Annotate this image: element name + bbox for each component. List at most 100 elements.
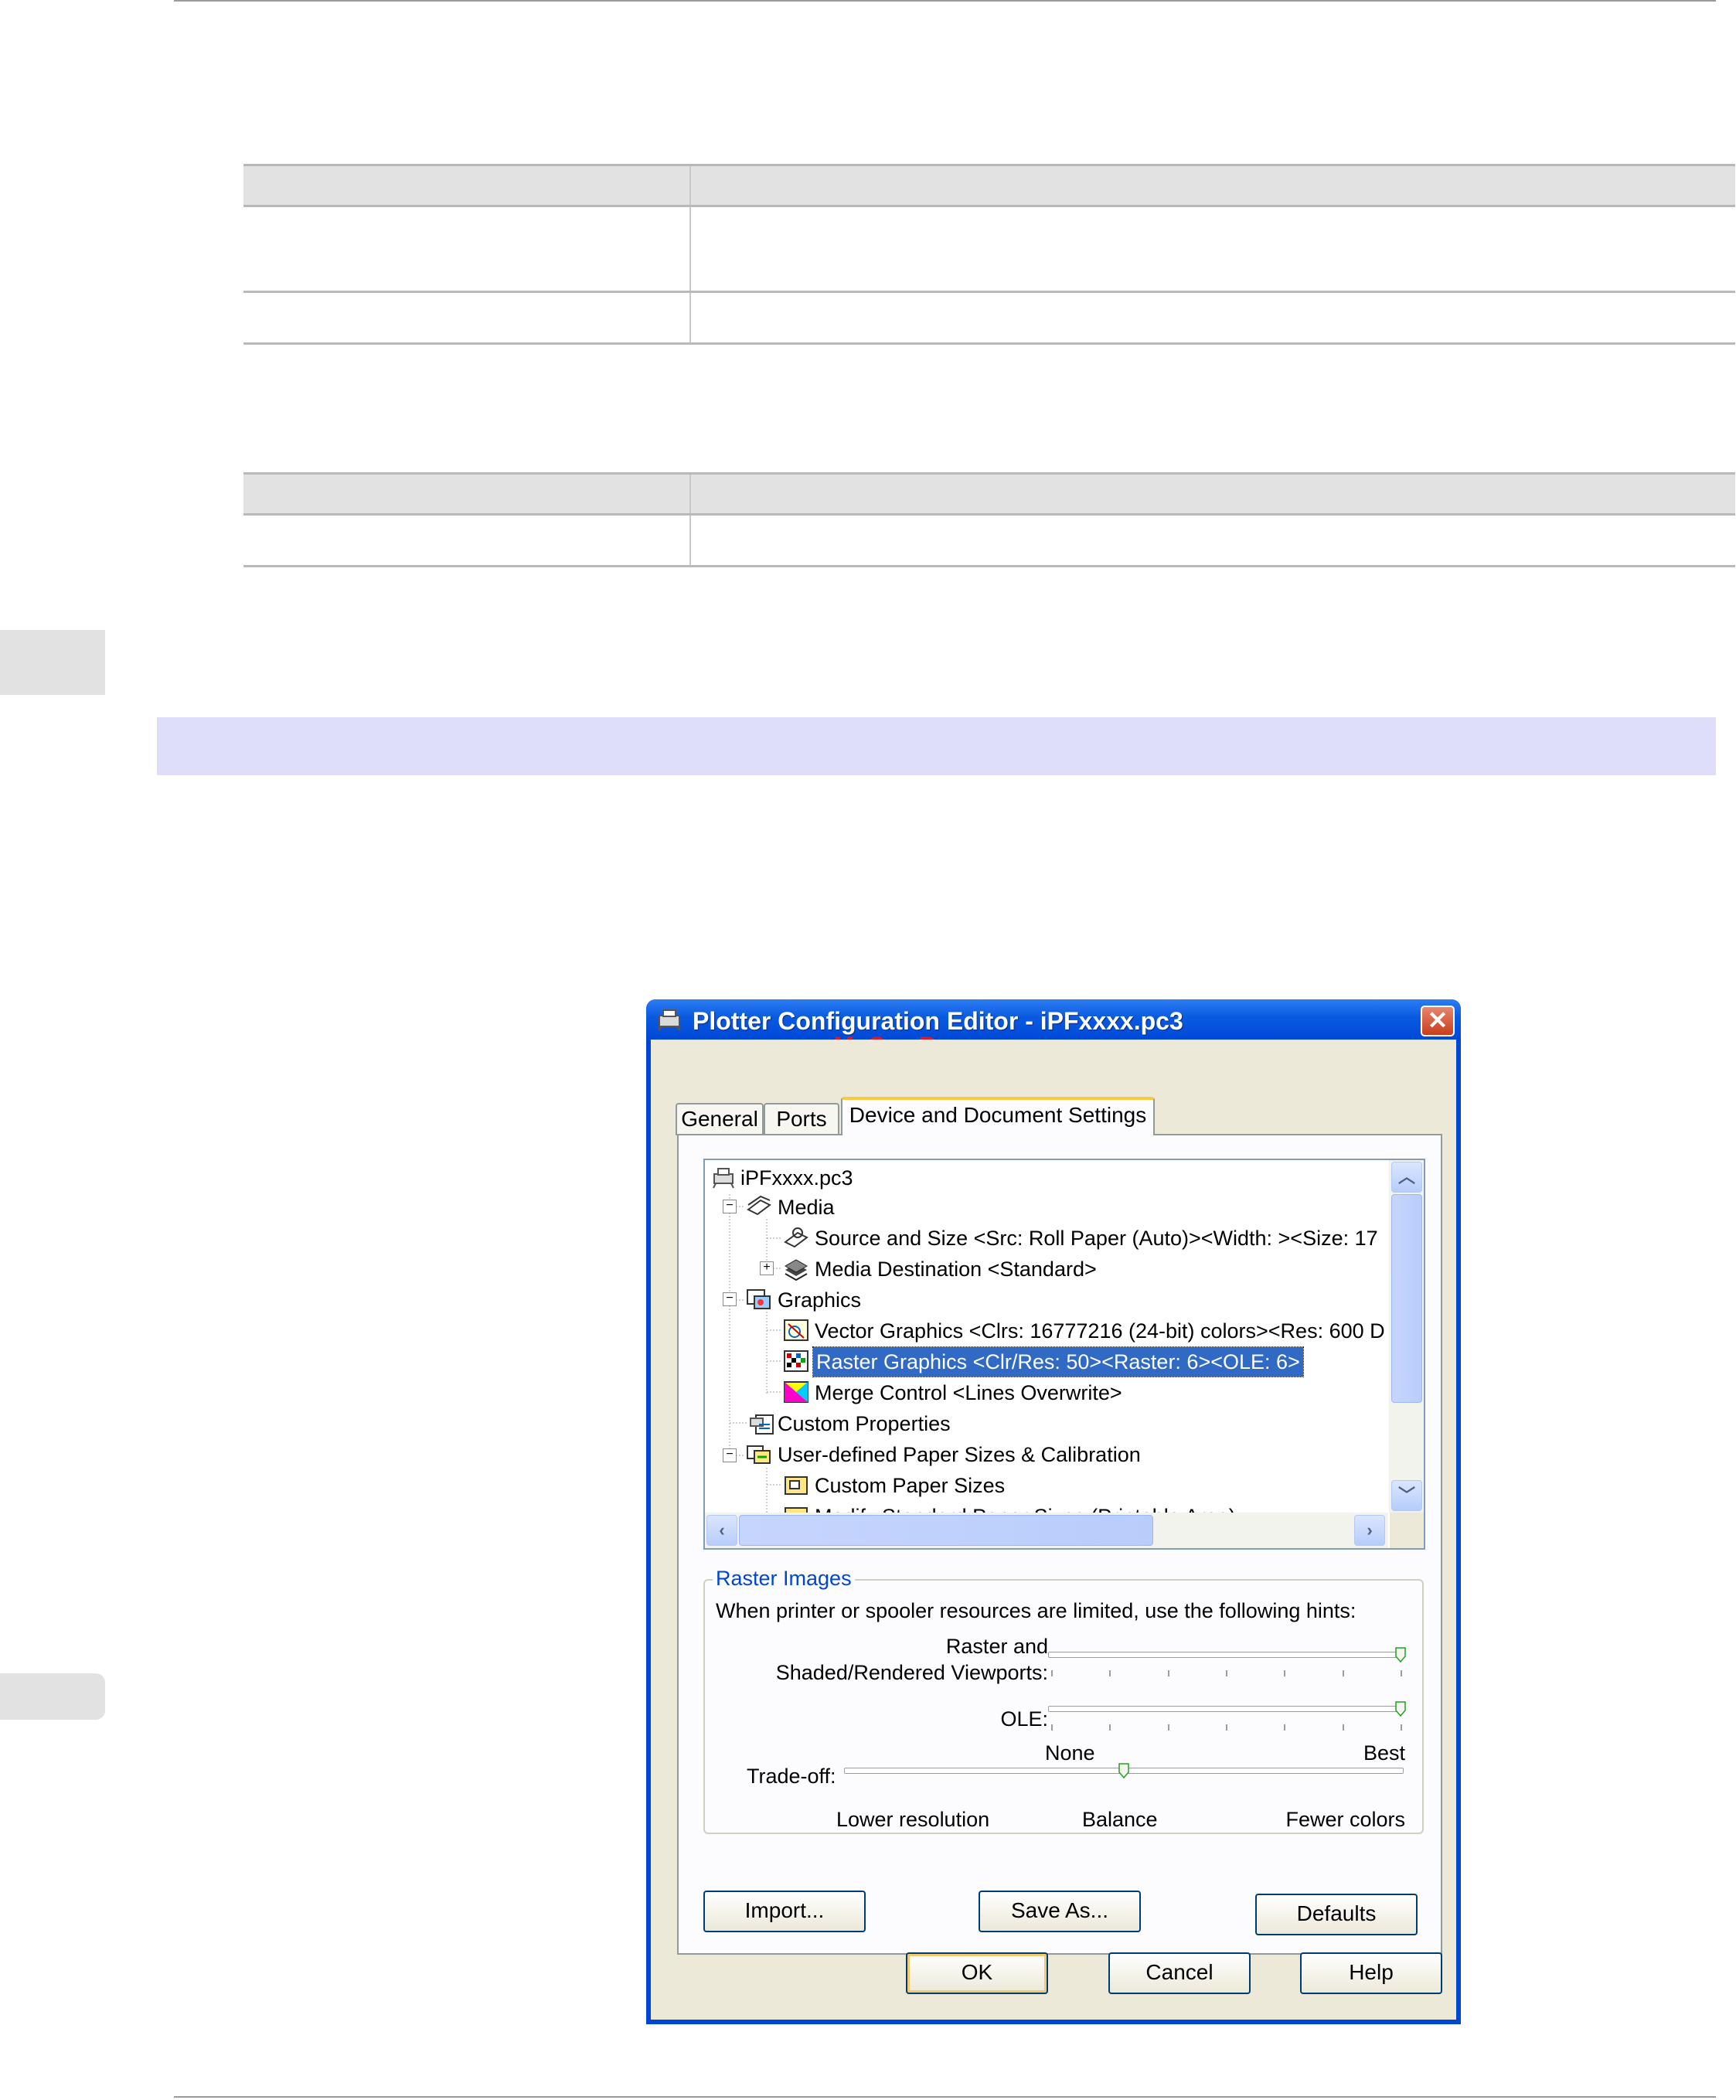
tree-item-media-destination[interactable]: Media Destination <Standard>	[815, 1254, 1097, 1284]
scroll-up-button[interactable]: ︿	[1391, 1162, 1422, 1193]
defaults-button[interactable]: Defaults	[1255, 1894, 1418, 1935]
raster-graphics-icon	[784, 1350, 808, 1372]
save-as-button[interactable]: Save As...	[979, 1891, 1141, 1932]
slider-thumb[interactable]	[1118, 1763, 1129, 1778]
raster-images-legend: Raster Images	[713, 1567, 855, 1591]
scroll-right-button[interactable]: ›	[1354, 1515, 1385, 1546]
tab-general[interactable]: General	[676, 1103, 764, 1135]
tab-device-and-document-settings[interactable]: Device and Document Settings	[841, 1097, 1155, 1135]
slider-tick	[1284, 1670, 1285, 1676]
raster-images-group: Raster Images When printer or spooler re…	[703, 1567, 1424, 1834]
collapse-paper-sizes-toggle[interactable]: −	[723, 1448, 737, 1462]
table-header-row	[243, 164, 1735, 207]
raster-slider-track	[1048, 1652, 1404, 1658]
slider-tick	[1226, 1724, 1227, 1731]
slider-tick	[1051, 1670, 1053, 1676]
custom-paper-icon	[785, 1476, 808, 1495]
paper-source-icon	[784, 1227, 808, 1248]
horizontal-scroll-thumb[interactable]	[739, 1515, 1153, 1546]
tree-item-graphics[interactable]: Graphics	[778, 1285, 861, 1315]
tree-item-vector-graphics[interactable]: Vector Graphics <Clrs: 16777216 (24-bit)…	[815, 1316, 1385, 1346]
collapse-media-toggle[interactable]: −	[723, 1200, 737, 1213]
table-header-row	[243, 472, 1735, 516]
graphics-icon	[747, 1289, 771, 1309]
table-row	[243, 291, 1735, 345]
tab-panel: iPFxxxx.pc3 − Media Source and Size <Src…	[677, 1134, 1442, 1955]
chevron-down-icon: ﹀	[1397, 1486, 1415, 1505]
plotter-config-icon	[713, 1168, 734, 1189]
plotter-configuration-dialog: Plotter Configuration Editor - iPFxxxx.p…	[646, 999, 1461, 2024]
plotter-app-icon	[657, 1009, 682, 1031]
slider-thumb[interactable]	[1395, 1647, 1406, 1663]
media-destination-icon	[784, 1259, 808, 1281]
hint-text: When printer or spooler resources are li…	[716, 1599, 1356, 1622]
tree-item-media[interactable]: Media	[778, 1193, 835, 1222]
slider-tick	[1109, 1670, 1111, 1676]
bottom-rule	[174, 2096, 1716, 2098]
tree-item-user-defined-paper-sizes[interactable]: User-defined Paper Sizes & Calibration	[778, 1440, 1141, 1469]
slider-tick	[1343, 1670, 1344, 1676]
table-row	[243, 205, 1735, 293]
close-icon: ✕	[1427, 1006, 1448, 1034]
tree-vertical-scrollbar[interactable]: ︿ ﹀	[1389, 1160, 1424, 1513]
ole-slider[interactable]	[1048, 1701, 1406, 1740]
settings-table-1	[243, 164, 1735, 345]
help-button[interactable]: Help	[1300, 1952, 1442, 1994]
chevron-up-icon: ︿	[1397, 1167, 1415, 1186]
custom-properties-icon	[750, 1414, 774, 1435]
title-bar[interactable]: Plotter Configuration Editor - iPFxxxx.p…	[646, 999, 1461, 1060]
tree-item-custom-paper-sizes[interactable]: Custom Paper Sizes	[815, 1471, 1005, 1500]
ok-button[interactable]: OK	[906, 1952, 1048, 1994]
tree-item-merge-control[interactable]: Merge Control <Lines Overwrite>	[815, 1378, 1122, 1407]
modify-paper-icon	[785, 1507, 808, 1513]
tradeoff-slider[interactable]	[844, 1763, 1404, 1789]
tree-content: iPFxxxx.pc3 − Media Source and Size <Src…	[705, 1160, 1388, 1513]
tab-ports[interactable]: Ports	[764, 1103, 839, 1135]
scroll-down-button[interactable]: ﹀	[1391, 1480, 1422, 1511]
raster-label-line1: Raster and	[945, 1635, 1048, 1658]
chevron-left-icon: ‹	[719, 1520, 725, 1540]
tree-item-raster-graphics[interactable]: Raster Graphics <Clr/Res: 50><Raster: 6>…	[812, 1346, 1304, 1377]
tradeoff-label: Trade-off:	[747, 1765, 836, 1788]
slider-tick	[1168, 1670, 1169, 1676]
chapter-side-tab	[0, 630, 105, 695]
scrollbar-corner	[1390, 1513, 1424, 1548]
vertical-scroll-thumb[interactable]	[1391, 1194, 1422, 1403]
tradeoff-right-label: Fewer colors	[1285, 1808, 1405, 1831]
merge-control-icon	[784, 1381, 808, 1403]
chevron-right-icon: ›	[1367, 1520, 1373, 1540]
slider-tick	[1109, 1724, 1111, 1731]
vector-graphics-icon	[784, 1319, 808, 1341]
tree-item-root[interactable]: iPFxxxx.pc3	[740, 1163, 853, 1193]
tree-horizontal-scrollbar[interactable]: ‹ ›	[705, 1513, 1388, 1548]
tradeoff-mid-label: Balance	[1082, 1808, 1158, 1831]
scroll-left-button[interactable]: ‹	[706, 1515, 737, 1546]
raster-viewports-slider[interactable]	[1048, 1647, 1406, 1686]
expand-media-destination-toggle[interactable]: +	[760, 1261, 774, 1275]
raster-label-line2: Shaded/Rendered Viewports:	[775, 1661, 1048, 1684]
chapter-side-tab-lower	[0, 1673, 105, 1720]
section-heading-band	[157, 717, 1716, 775]
scale-best-label: Best	[1363, 1741, 1405, 1765]
slider-tick	[1401, 1670, 1402, 1676]
settings-tree[interactable]: iPFxxxx.pc3 − Media Source and Size <Src…	[703, 1159, 1425, 1550]
slider-thumb[interactable]	[1395, 1701, 1406, 1717]
cancel-button[interactable]: Cancel	[1108, 1952, 1251, 1994]
tree-item-modify-standard-paper-sizes[interactable]: Modify Standard Paper Sizes (Printable A…	[815, 1502, 1236, 1513]
import-button[interactable]: Import...	[703, 1891, 866, 1932]
dialog-client-area: General Ports Device and Document Settin…	[651, 1040, 1456, 2020]
slider-tick	[1284, 1724, 1285, 1731]
slider-tick	[1051, 1724, 1053, 1731]
tree-item-custom-properties[interactable]: Custom Properties	[778, 1409, 951, 1438]
close-button[interactable]: ✕	[1421, 1006, 1455, 1036]
media-icon	[747, 1195, 771, 1216]
settings-table-2	[243, 472, 1735, 567]
paper-sizes-icon	[747, 1445, 771, 1464]
tradeoff-left-label: Lower resolution	[836, 1808, 990, 1831]
slider-tick	[1168, 1724, 1169, 1731]
slider-tick	[1226, 1670, 1227, 1676]
slider-tick	[1401, 1724, 1402, 1731]
collapse-graphics-toggle[interactable]: −	[723, 1292, 737, 1306]
ole-slider-track	[1048, 1706, 1404, 1712]
tree-item-source-and-size[interactable]: Source and Size <Src: Roll Paper (Auto)>…	[815, 1224, 1378, 1253]
